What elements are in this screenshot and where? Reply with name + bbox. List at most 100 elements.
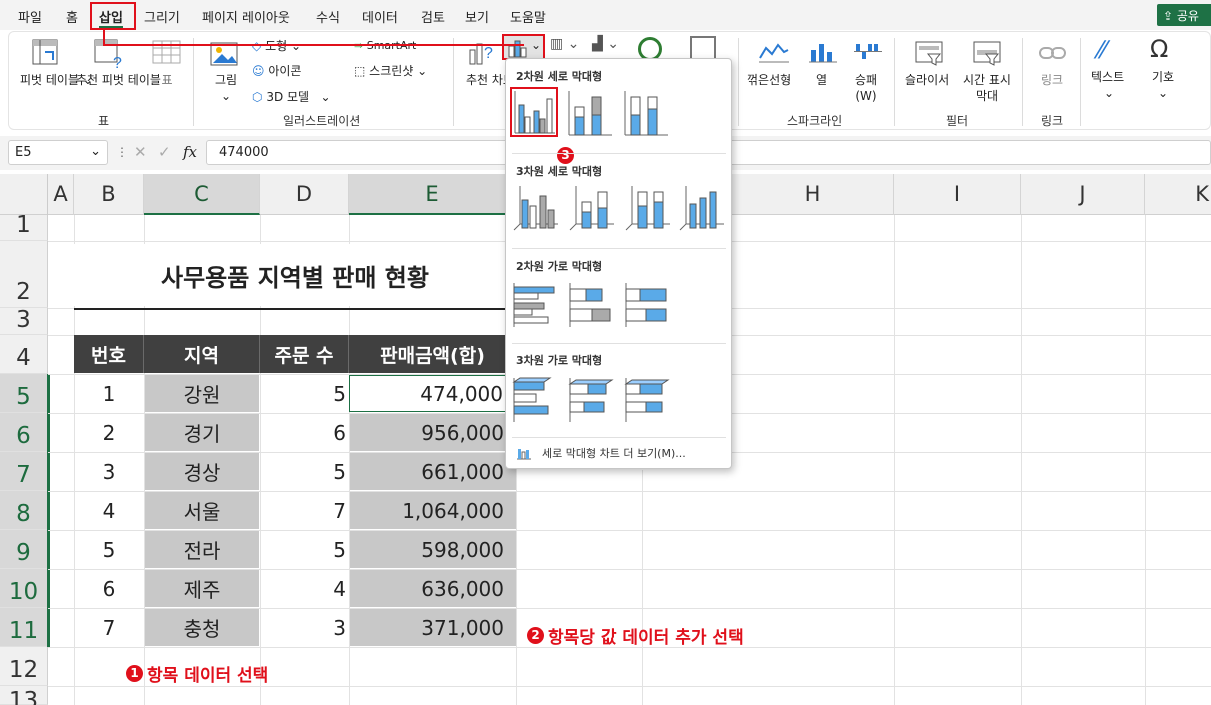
cell-sales[interactable]: 371,000	[350, 609, 516, 646]
cell-number[interactable]: 6	[74, 570, 144, 608]
cell-region[interactable]: 경상	[145, 453, 259, 490]
win-loss-icon[interactable]	[853, 40, 883, 64]
screenshot-button[interactable]: ⬚ 스크린샷 ⌄	[354, 63, 427, 79]
row-header[interactable]: 2	[0, 241, 48, 308]
3d-column-icon[interactable]	[678, 184, 726, 234]
cell-region[interactable]: 서울	[145, 492, 259, 529]
row-header[interactable]: 3	[0, 307, 48, 335]
picture-dropdown-icon[interactable]: ⌄	[218, 88, 234, 104]
model3d-button[interactable]: ⬡ 3D 모델 ⌄	[252, 89, 331, 105]
column-header[interactable]: K	[1145, 174, 1211, 215]
fx-icon[interactable]: fx	[183, 143, 197, 161]
recommended-pivot-label[interactable]: 추천 피벗 테이블	[76, 72, 161, 88]
text-dropdown-icon[interactable]: ⌄	[1104, 85, 1114, 101]
header-cell-orders[interactable]: 주문 수	[260, 335, 349, 373]
column-header[interactable]: J	[1021, 174, 1145, 215]
cell-number[interactable]: 3	[74, 453, 144, 491]
cell-orders[interactable]: 6	[260, 414, 346, 452]
cell-orders[interactable]: 3	[260, 609, 346, 647]
cell-number[interactable]: 7	[74, 609, 144, 647]
omega-icon[interactable]: Ω	[1150, 35, 1168, 63]
slicer-icon[interactable]	[914, 40, 946, 68]
text-label[interactable]: 텍스트	[1091, 69, 1124, 85]
stacked-bar-icon[interactable]	[568, 281, 616, 331]
column-header[interactable]: E	[349, 174, 516, 215]
cell-sales[interactable]: 1,064,000	[350, 492, 516, 529]
line-sparkline-label[interactable]: 꺾은선형	[747, 72, 791, 88]
row-header[interactable]: 9	[0, 530, 48, 569]
cell-region[interactable]: 전라	[145, 531, 259, 568]
waterfall-chart-button[interactable]: ▟ ⌄	[592, 36, 619, 52]
header-cell-region[interactable]: 지역	[144, 335, 260, 373]
column-header[interactable]: I	[894, 174, 1021, 215]
recommended-chart-label[interactable]: 추천 차트	[466, 72, 514, 88]
line-sparkline-icon[interactable]	[758, 40, 790, 64]
cell-sales[interactable]: 956,000	[350, 414, 516, 451]
cell-number[interactable]: 4	[74, 492, 144, 530]
symbol-dropdown-icon[interactable]: ⌄	[1158, 85, 1168, 101]
cell-orders[interactable]: 5	[260, 453, 346, 491]
win-loss-label[interactable]: 승패 (W)	[850, 72, 882, 104]
cell-sales[interactable]: 661,000	[350, 453, 516, 490]
tab-review[interactable]: 검토	[421, 7, 445, 26]
3d-clustered-column-icon[interactable]	[512, 184, 560, 234]
link-label[interactable]: 링크	[1041, 72, 1063, 88]
clustered-bar-icon[interactable]	[512, 281, 560, 331]
symbol-label[interactable]: 기호	[1152, 69, 1174, 85]
text-icon[interactable]: ⁄⁄	[1098, 36, 1106, 64]
name-box[interactable]: E5 ⌄	[8, 140, 108, 165]
row-header[interactable]: 4	[0, 335, 48, 374]
100-stacked-column-icon[interactable]	[622, 89, 670, 139]
icons-button[interactable]: ☺ 아이콘	[252, 63, 301, 79]
column-header[interactable]: A	[48, 174, 74, 215]
clustered-column-option[interactable]	[510, 87, 558, 137]
cell-orders[interactable]: 4	[260, 570, 346, 608]
row-header[interactable]: 13	[0, 686, 48, 705]
header-cell-sales[interactable]: 판매금액(합)	[349, 335, 516, 373]
timeline-label[interactable]: 시간 표시 막대	[958, 72, 1016, 104]
row-header[interactable]: 1	[0, 212, 48, 241]
tab-home[interactable]: 홈	[66, 7, 78, 26]
3d-100-stacked-column-icon[interactable]	[624, 184, 672, 234]
3d-stacked-column-icon[interactable]	[568, 184, 616, 234]
row-header[interactable]: 10	[0, 569, 48, 608]
link-icon[interactable]	[1038, 42, 1068, 64]
row-header[interactable]: 12	[0, 647, 48, 686]
tab-draw[interactable]: 그리기	[144, 7, 180, 26]
column-header[interactable]: C	[144, 174, 260, 215]
column-chart-button[interactable]: ⌄	[502, 34, 545, 60]
column-sparkline-label[interactable]: 열	[816, 72, 827, 88]
select-all-corner[interactable]	[0, 174, 48, 215]
cell-number[interactable]: 2	[74, 414, 144, 452]
shapes-button[interactable]: ◇ 도형 ⌄	[252, 38, 301, 54]
100-stacked-bar-icon[interactable]	[624, 281, 672, 331]
column-header[interactable]: D	[260, 174, 349, 215]
cell-orders[interactable]: 5	[260, 531, 346, 569]
cell-orders[interactable]: 7	[260, 492, 346, 530]
pivot-table-icon[interactable]	[31, 38, 61, 68]
3d-stacked-bar-icon[interactable]	[568, 376, 616, 426]
row-header[interactable]: 7	[0, 452, 48, 491]
timeline-icon[interactable]	[972, 40, 1004, 68]
row-header[interactable]: 6	[0, 413, 48, 452]
confirm-icon[interactable]: ✓	[158, 143, 171, 161]
stacked-column-icon[interactable]	[566, 89, 614, 139]
cell-region[interactable]: 충청	[145, 609, 259, 646]
recommended-chart-icon[interactable]: ?	[468, 38, 498, 68]
3d-100-stacked-bar-icon[interactable]	[624, 376, 672, 426]
more-column-charts-option[interactable]: 세로 막대형 차트 더 보기(M)...	[516, 445, 686, 461]
cell-number[interactable]: 5	[74, 531, 144, 569]
cell-region[interactable]: 제주	[145, 570, 259, 607]
smartart-button[interactable]: ⇛ SmartArt	[354, 38, 416, 54]
slicer-label[interactable]: 슬라이서	[905, 72, 949, 88]
cell-region[interactable]: 강원	[145, 375, 259, 412]
recommended-pivot-icon[interactable]: ?	[93, 38, 125, 70]
tab-page-layout[interactable]: 페이지 레이아웃	[202, 7, 290, 26]
row-header[interactable]: 11	[0, 608, 48, 647]
column-sparkline-icon[interactable]	[808, 40, 838, 64]
cell-number[interactable]: 1	[74, 375, 144, 413]
pivot-table-label[interactable]: 피벗 테이블 ⌄	[20, 72, 93, 88]
column-header[interactable]: H	[732, 174, 894, 215]
cancel-icon[interactable]: ✕	[134, 143, 147, 161]
header-cell-number[interactable]: 번호	[74, 335, 144, 373]
